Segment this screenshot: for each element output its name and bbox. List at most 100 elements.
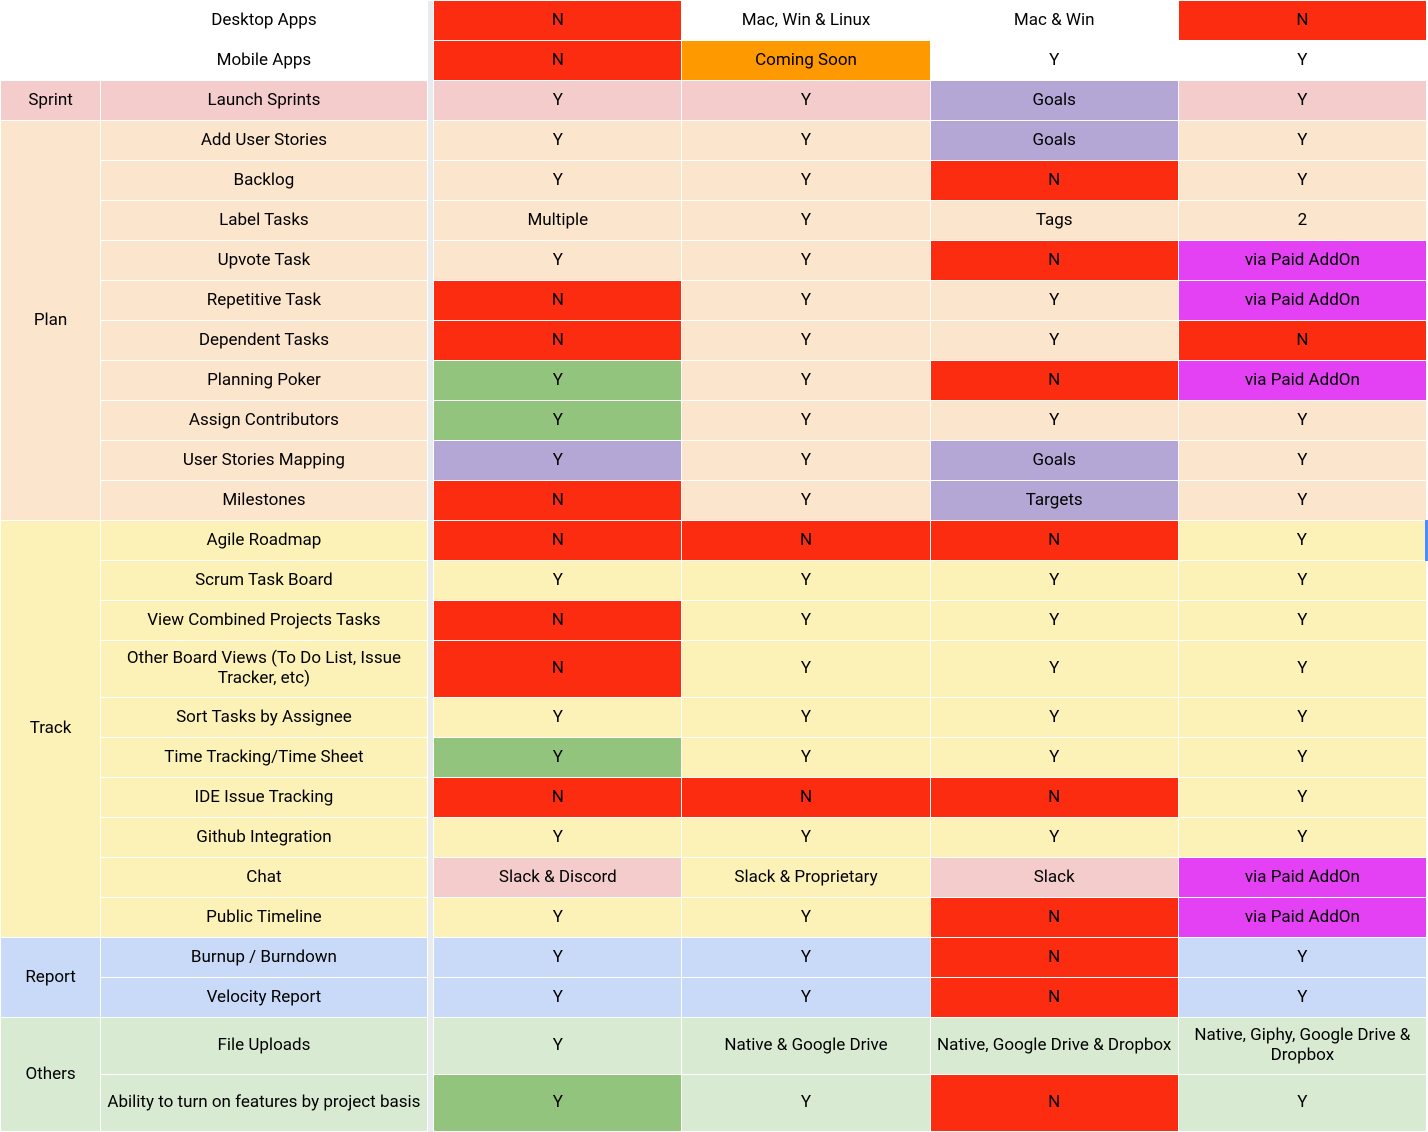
value-cell: Y (1178, 401, 1426, 441)
value-cell: Y (1178, 81, 1426, 121)
value-cell: Y (434, 1075, 682, 1132)
feature-cell: Upvote Task (101, 241, 428, 281)
value-cell: Goals (930, 121, 1178, 161)
feature-cell: Public Timeline (101, 898, 428, 938)
value-cell: Native, Google Drive & Dropbox (930, 1018, 1178, 1075)
value-cell: Y (434, 1018, 682, 1075)
value-cell: N (434, 281, 682, 321)
value-cell: N (434, 1, 682, 41)
value-cell: Targets (930, 481, 1178, 521)
table-row: Public TimelineYYNvia Paid AddOn (1, 898, 1427, 938)
feature-cell: Mobile Apps (101, 41, 428, 81)
value-cell: Coming Soon (682, 41, 930, 81)
value-cell: N (434, 321, 682, 361)
value-cell: Y (1178, 161, 1426, 201)
value-cell: Y (434, 401, 682, 441)
table-row: User Stories MappingYYGoalsY (1, 441, 1427, 481)
table-row: Ability to turn on features by project b… (1, 1075, 1427, 1132)
value-cell: Y (682, 361, 930, 401)
value-cell: N (434, 778, 682, 818)
category-cell: Report (1, 938, 101, 1018)
value-cell: Mac, Win & Linux (682, 1, 930, 41)
value-cell: Y (1178, 738, 1426, 778)
value-cell: Slack (930, 858, 1178, 898)
value-cell: Y (1178, 818, 1426, 858)
value-cell: Y (682, 898, 930, 938)
value-cell: Y (434, 241, 682, 281)
category-cell: Track (1, 521, 101, 938)
value-cell: Y (434, 898, 682, 938)
feature-cell: Planning Poker (101, 361, 428, 401)
feature-cell: Velocity Report (101, 978, 428, 1018)
value-cell: N (930, 1075, 1178, 1132)
feature-cell: Label Tasks (101, 201, 428, 241)
table-row: Mobile AppsNComing SoonYY (1, 41, 1427, 81)
value-cell: Y (930, 641, 1178, 698)
value-cell: Y (434, 361, 682, 401)
value-cell: Y (434, 161, 682, 201)
value-cell: N (930, 978, 1178, 1018)
value-cell: Y (682, 401, 930, 441)
table-row: BacklogYYNY (1, 161, 1427, 201)
value-cell: Y (682, 161, 930, 201)
feature-cell: Chat (101, 858, 428, 898)
feature-cell: Backlog (101, 161, 428, 201)
value-cell: Y (434, 121, 682, 161)
table-row: Planning PokerYYNvia Paid AddOn (1, 361, 1427, 401)
feature-cell: Launch Sprints (101, 81, 428, 121)
value-cell: Y (682, 321, 930, 361)
value-cell: Y (682, 281, 930, 321)
value-cell: N (930, 898, 1178, 938)
feature-cell: Other Board Views (To Do List, Issue Tra… (101, 641, 428, 698)
feature-cell: Burnup / Burndown (101, 938, 428, 978)
table-row: Other Board Views (To Do List, Issue Tra… (1, 641, 1427, 698)
value-cell: Y (1178, 601, 1426, 641)
feature-cell: Repetitive Task (101, 281, 428, 321)
table-row: Upvote TaskYYNvia Paid AddOn (1, 241, 1427, 281)
value-cell: N (434, 481, 682, 521)
value-cell: via Paid AddOn (1178, 241, 1426, 281)
value-cell: Y (930, 738, 1178, 778)
table-row: Assign ContributorsYYYY (1, 401, 1427, 441)
feature-cell: Time Tracking/Time Sheet (101, 738, 428, 778)
value-cell: Y (434, 938, 682, 978)
feature-cell: View Combined Projects Tasks (101, 601, 428, 641)
value-cell: Y (682, 481, 930, 521)
value-cell: Y (1178, 1075, 1426, 1132)
value-cell: via Paid AddOn (1178, 281, 1426, 321)
value-cell: Y (682, 641, 930, 698)
feature-cell: Desktop Apps (101, 1, 428, 41)
value-cell: Multiple (434, 201, 682, 241)
value-cell: Y (434, 698, 682, 738)
value-cell: Y (434, 818, 682, 858)
value-cell: Y (1178, 641, 1426, 698)
feature-cell: Add User Stories (101, 121, 428, 161)
value-cell: N (930, 938, 1178, 978)
value-cell: Y (1178, 521, 1426, 561)
value-cell: Y (930, 401, 1178, 441)
value-cell: Y (682, 201, 930, 241)
value-cell: Y (682, 601, 930, 641)
value-cell: Native & Google Drive (682, 1018, 930, 1075)
value-cell: N (930, 778, 1178, 818)
value-cell: Mac & Win (930, 1, 1178, 41)
value-cell: Y (1178, 938, 1426, 978)
value-cell: Slack & Discord (434, 858, 682, 898)
table-row: View Combined Projects TasksNYYY (1, 601, 1427, 641)
value-cell: N (434, 601, 682, 641)
value-cell: N (1178, 321, 1426, 361)
table-row: SprintLaunch SprintsYYGoalsY (1, 81, 1427, 121)
value-cell: Y (682, 818, 930, 858)
table-row: PlanAdd User StoriesYYGoalsY (1, 121, 1427, 161)
value-cell: Y (682, 81, 930, 121)
value-cell: Y (682, 241, 930, 281)
value-cell: N (930, 241, 1178, 281)
table-row: Label TasksMultipleYTags2 (1, 201, 1427, 241)
feature-cell: Dependent Tasks (101, 321, 428, 361)
value-cell: Y (930, 601, 1178, 641)
value-cell: N (434, 41, 682, 81)
value-cell: Y (1178, 481, 1426, 521)
table-row: Dependent TasksNYYN (1, 321, 1427, 361)
category-cell: Plan (1, 121, 101, 521)
value-cell: Goals (930, 81, 1178, 121)
